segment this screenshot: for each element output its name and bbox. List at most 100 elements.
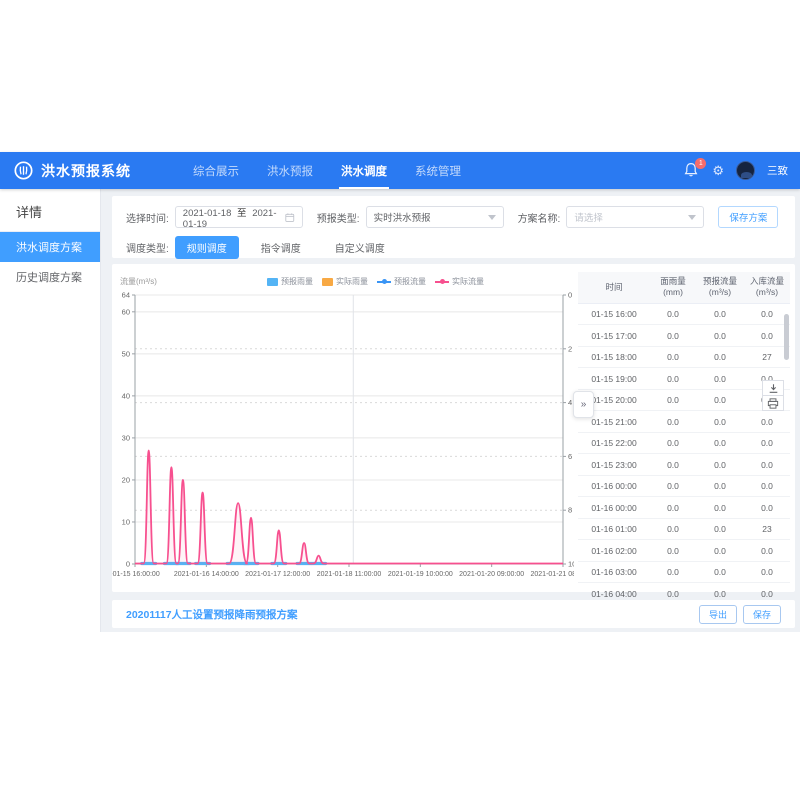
nav-item-洪水调度[interactable]: 洪水调度 [327, 152, 401, 189]
dispatch-type-label: 调度类型: [126, 240, 169, 255]
export-button[interactable]: 导出 [699, 605, 737, 624]
username-label[interactable]: 三致 [767, 163, 788, 178]
nav-item-洪水预报[interactable]: 洪水预报 [253, 152, 327, 189]
table-row[interactable]: 01-16 03:000.00.00.0 [578, 562, 790, 584]
cell-value: 0.0 [650, 476, 696, 497]
table-row[interactable]: 01-15 19:000.00.00.0 [578, 368, 790, 390]
save-plan-button[interactable]: 保存方案 [718, 206, 778, 228]
cell-time: 01-15 18:00 [578, 347, 650, 368]
cell-time: 01-15 22:00 [578, 433, 650, 454]
svg-text:2021-01-17 12:00:00: 2021-01-17 12:00:00 [245, 571, 310, 578]
svg-text:10: 10 [568, 560, 574, 569]
filter-card: 选择时间: 2021-01-18 至 2021-01-19 [112, 196, 795, 258]
table-row[interactable]: 01-16 00:000.00.00.0 [578, 476, 790, 498]
svg-text:50: 50 [122, 349, 130, 358]
svg-text:2021-01-18 11:00:00: 2021-01-18 11:00:00 [317, 571, 382, 578]
table-column-时间: 时间 [578, 272, 650, 303]
content-area: 详情 洪水调度方案历史调度方案 选择时间: 2021-01-18 至 2021-… [0, 189, 800, 632]
dispatch-tab-规则调度[interactable]: 规则调度 [175, 236, 239, 259]
cell-value: 0.0 [650, 390, 696, 411]
dispatch-tab-指令调度[interactable]: 指令调度 [249, 236, 313, 259]
app-title: 洪水预报系统 [41, 161, 131, 181]
settings-gear-icon[interactable]: ⚙ [712, 164, 724, 177]
cell-value: 0.0 [696, 411, 744, 432]
cell-value: 0.0 [696, 454, 744, 475]
dispatch-tab-自定义调度[interactable]: 自定义调度 [323, 236, 397, 259]
cell-value: 0.0 [744, 562, 790, 583]
plan-name-select[interactable]: 请选择 [566, 206, 704, 228]
table-scrollbar[interactable] [784, 314, 789, 360]
date-range-value: 2021-01-18 至 2021-01-19 [183, 205, 285, 230]
left-axis-title: 流量(m³/s) [120, 276, 157, 287]
flow-rain-chart[interactable]: 0102030405060640246810-01-15 16:00:00202… [112, 288, 574, 584]
table-row[interactable]: 01-15 16:000.00.00.0 [578, 304, 790, 326]
svg-text:2021-01-19 10:00:00: 2021-01-19 10:00:00 [388, 571, 453, 578]
download-icon [768, 383, 779, 394]
legend-label: 预报雨量 [281, 276, 313, 287]
legend-swatch-icon [322, 278, 333, 286]
table-tools [762, 380, 784, 411]
svg-text:2021-01-21 08:00:00: 2021-01-21 08:00:00 [531, 571, 575, 578]
calendar-icon [285, 212, 295, 223]
main-nav: 综合展示洪水预报洪水调度系统管理 [179, 152, 475, 189]
sidebar-item-洪水调度方案[interactable]: 洪水调度方案 [0, 232, 100, 262]
plan-name-placeholder: 请选择 [574, 210, 603, 224]
table-row[interactable]: 01-15 20:000.00.00.0 [578, 390, 790, 412]
cell-value: 0.0 [744, 497, 790, 518]
table-row[interactable]: 01-15 21:000.00.00.0 [578, 411, 790, 433]
cell-value: 0.0 [650, 347, 696, 368]
table-row[interactable]: 01-16 02:000.00.00.0 [578, 540, 790, 562]
legend-item-实际流量[interactable]: 实际流量 [435, 276, 484, 287]
cell-value: 0.0 [650, 411, 696, 432]
chart-legend: 预报雨量实际雨量 预报流量实际流量 [267, 276, 484, 287]
cell-time: 01-15 19:00 [578, 368, 650, 389]
table-row[interactable]: 01-15 17:000.00.00.0 [578, 325, 790, 347]
table-row[interactable]: 01-15 22:000.00.00.0 [578, 433, 790, 455]
svg-text:2: 2 [568, 344, 572, 353]
plan-filter-label: 方案名称: [518, 210, 561, 225]
dispatch-type-row: 调度类型: 规则调度指令调度自定义调度 [126, 234, 781, 260]
legend-label: 预报流量 [394, 276, 426, 287]
app-screenshot: 洪水预报系统 综合展示洪水预报洪水调度系统管理 1 ⚙ 三致 详情 洪水调度方案… [0, 0, 800, 800]
table-row[interactable]: 01-16 00:000.00.00.0 [578, 497, 790, 519]
cell-value: 0.0 [744, 433, 790, 454]
svg-text:64: 64 [122, 291, 130, 300]
legend-item-预报流量[interactable]: 预报流量 [377, 276, 426, 287]
table-download-button[interactable] [762, 380, 784, 396]
nav-item-综合展示[interactable]: 综合展示 [179, 152, 253, 189]
svg-text:-01-15 16:00:00: -01-15 16:00:00 [112, 571, 160, 578]
svg-text:6: 6 [568, 452, 572, 461]
date-range-input[interactable]: 2021-01-18 至 2021-01-19 [175, 206, 303, 228]
legend-item-实际雨量[interactable]: 实际雨量 [322, 276, 368, 287]
table-row[interactable]: 01-16 01:000.00.023 [578, 519, 790, 541]
table-print-button[interactable] [762, 395, 784, 411]
notifications-button[interactable]: 1 [684, 162, 700, 180]
left-sidebar: 详情 洪水调度方案历史调度方案 [0, 189, 101, 632]
save-button[interactable]: 保存 [743, 605, 781, 624]
svg-text:0: 0 [568, 291, 572, 300]
cell-value: 0.0 [650, 562, 696, 583]
cell-value: 0.0 [696, 433, 744, 454]
chevron-down-icon [688, 215, 696, 220]
footer-bar: 20201117人工设置预报降雨预报方案 导出 保存 [112, 600, 795, 628]
cell-time: 01-15 17:00 [578, 325, 650, 346]
legend-line-icon [377, 278, 391, 286]
cell-time: 01-16 03:00 [578, 562, 650, 583]
table-row[interactable]: 01-15 18:000.00.027 [578, 347, 790, 369]
top-navbar: 洪水预报系统 综合展示洪水预报洪水调度系统管理 1 ⚙ 三致 [0, 152, 800, 189]
nav-item-系统管理[interactable]: 系统管理 [401, 152, 475, 189]
collapse-table-button[interactable]: » [573, 391, 594, 418]
svg-text:4: 4 [568, 398, 572, 407]
cell-value: 0.0 [744, 476, 790, 497]
cell-value: 0.0 [744, 540, 790, 561]
legend-item-预报雨量[interactable]: 预报雨量 [267, 276, 313, 287]
user-avatar[interactable] [736, 161, 755, 180]
forecast-type-select[interactable]: 实时洪水预报 [366, 206, 504, 228]
sidebar-item-历史调度方案[interactable]: 历史调度方案 [0, 262, 100, 292]
svg-text:2021-01-20 09:00:00: 2021-01-20 09:00:00 [459, 571, 524, 578]
time-filter-label: 选择时间: [126, 210, 169, 225]
table-row[interactable]: 01-15 23:000.00.00.0 [578, 454, 790, 476]
cell-value: 0.0 [744, 454, 790, 475]
cell-value: 0.0 [650, 519, 696, 540]
cell-value: 0.0 [696, 347, 744, 368]
